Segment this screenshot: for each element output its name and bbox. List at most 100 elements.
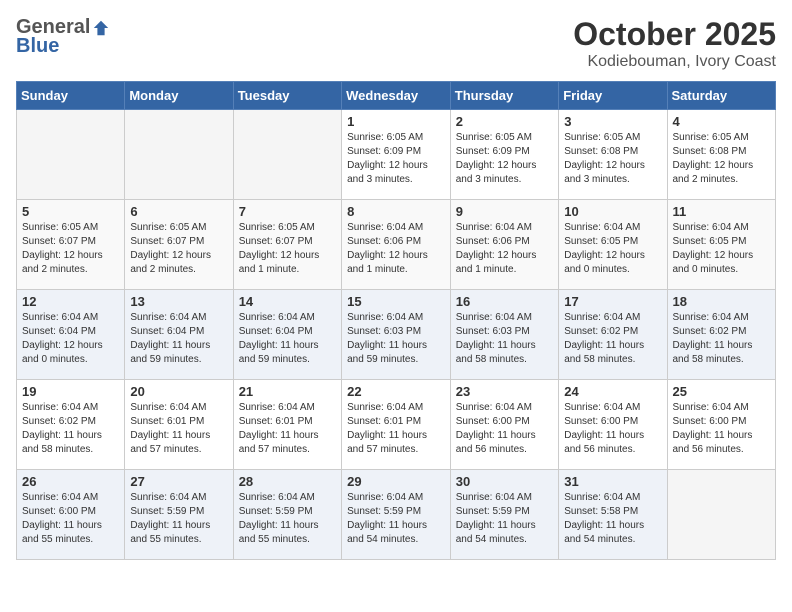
day-number: 10 xyxy=(564,204,661,219)
day-number: 22 xyxy=(347,384,445,399)
day-info: Sunrise: 6:04 AMSunset: 6:04 PMDaylight:… xyxy=(130,312,210,365)
day-number: 17 xyxy=(564,294,661,309)
day-27: 27 Sunrise: 6:04 AMSunset: 5:59 PMDayligh… xyxy=(125,470,233,560)
day-4: 4 Sunrise: 6:05 AMSunset: 6:08 PMDaylight… xyxy=(667,110,776,200)
day-info: Sunrise: 6:04 AMSunset: 6:05 PMDaylight:… xyxy=(564,222,645,275)
day-info: Sunrise: 6:04 AMSunset: 6:00 PMDaylight:… xyxy=(673,402,753,455)
week-row-1: 1 Sunrise: 6:05 AMSunset: 6:09 PMDaylight… xyxy=(17,110,776,200)
title-area: October 2025 Kodiebouman, Ivory Coast xyxy=(573,16,776,71)
day-30: 30 Sunrise: 6:04 AMSunset: 5:59 PMDayligh… xyxy=(450,470,558,560)
header-wednesday: Wednesday xyxy=(342,82,451,110)
day-info: Sunrise: 6:04 AMSunset: 6:01 PMDaylight:… xyxy=(347,402,427,455)
day-26: 26Sunrise: 6:04 AMSunset: 6:00 PMDayligh… xyxy=(17,470,125,560)
day-info: Sunrise: 6:04 AMSunset: 5:59 PMDaylight:… xyxy=(456,492,536,545)
day-7: 7Sunrise: 6:05 AMSunset: 6:07 PMDaylight… xyxy=(233,200,341,290)
day-28: 28Sunrise: 6:04 AMSunset: 5:59 PMDayligh… xyxy=(233,470,341,560)
day-info: Sunrise: 6:04 AMSunset: 6:02 PMDaylight:… xyxy=(22,402,102,455)
day-19: 19 Sunrise: 6:04 AMSunset: 6:02 PMDayligh… xyxy=(17,380,125,470)
day-21: 21 Sunrise: 6:04 AMSunset: 6:01 PMDayligh… xyxy=(233,380,341,470)
header-sunday: Sunday xyxy=(17,82,125,110)
logo: General Blue xyxy=(16,16,110,58)
day-22: 22 Sunrise: 6:04 AMSunset: 6:01 PMDayligh… xyxy=(342,380,451,470)
day-info: Sunrise: 6:05 AMSunset: 6:08 PMDaylight:… xyxy=(564,132,645,185)
day-10: 10 Sunrise: 6:04 AMSunset: 6:05 PMDayligh… xyxy=(559,200,667,290)
logo-icon xyxy=(92,19,110,37)
day-info: Sunrise: 6:04 AMSunset: 6:06 PMDaylight:… xyxy=(456,222,537,275)
day-number: 29 xyxy=(347,474,445,489)
day-info: Sunrise: 6:04 AMSunset: 6:02 PMDaylight:… xyxy=(673,312,753,365)
empty-cell xyxy=(233,110,341,200)
day-info: Sunrise: 6:04 AMSunset: 6:00 PMDaylight:… xyxy=(456,402,536,455)
header-saturday: Saturday xyxy=(667,82,776,110)
day-info: Sunrise: 6:04 AMSunset: 6:02 PMDaylight:… xyxy=(564,312,644,365)
week-row-4: 19 Sunrise: 6:04 AMSunset: 6:02 PMDayligh… xyxy=(17,380,776,470)
day-13: 13Sunrise: 6:04 AMSunset: 6:04 PMDayligh… xyxy=(125,290,233,380)
day-number: 28 xyxy=(239,474,336,489)
day-info: Sunrise: 6:05 AMSunset: 6:07 PMDaylight:… xyxy=(130,222,211,275)
day-number: 26 xyxy=(22,474,119,489)
day-20: 20 Sunrise: 6:04 AMSunset: 6:01 PMDayligh… xyxy=(125,380,233,470)
day-number: 21 xyxy=(239,384,336,399)
day-info: Sunrise: 6:05 AMSunset: 6:08 PMDaylight:… xyxy=(673,132,754,185)
calendar-header-row: SundayMondayTuesdayWednesdayThursdayFrid… xyxy=(17,82,776,110)
day-number: 9 xyxy=(456,204,553,219)
day-info: Sunrise: 6:04 AMSunset: 5:59 PMDaylight:… xyxy=(347,492,427,545)
day-info: Sunrise: 6:04 AMSunset: 6:01 PMDaylight:… xyxy=(130,402,210,455)
day-info: Sunrise: 6:04 AMSunset: 6:05 PMDaylight:… xyxy=(673,222,754,275)
day-18: 18 Sunrise: 6:04 AMSunset: 6:02 PMDayligh… xyxy=(667,290,776,380)
day-17: 17 Sunrise: 6:04 AMSunset: 6:02 PMDayligh… xyxy=(559,290,667,380)
day-number: 20 xyxy=(130,384,227,399)
day-15: 15Sunrise: 6:04 AMSunset: 6:03 PMDayligh… xyxy=(342,290,451,380)
day-number: 31 xyxy=(564,474,661,489)
day-25: 25Sunrise: 6:04 AMSunset: 6:00 PMDayligh… xyxy=(667,380,776,470)
day-number: 11 xyxy=(673,204,771,219)
day-number: 19 xyxy=(22,384,119,399)
week-row-5: 26Sunrise: 6:04 AMSunset: 6:00 PMDayligh… xyxy=(17,470,776,560)
day-number: 14 xyxy=(239,294,336,309)
location: Kodiebouman, Ivory Coast xyxy=(573,53,776,71)
empty-cell xyxy=(125,110,233,200)
page-header: General Blue October 2025 Kodiebouman, I… xyxy=(16,16,776,71)
day-14: 14 Sunrise: 6:04 AMSunset: 6:04 PMDayligh… xyxy=(233,290,341,380)
day-number: 15 xyxy=(347,294,445,309)
day-number: 24 xyxy=(564,384,661,399)
month-title: October 2025 xyxy=(573,16,776,53)
day-number: 6 xyxy=(130,204,227,219)
day-31: 31Sunrise: 6:04 AMSunset: 5:58 PMDayligh… xyxy=(559,470,667,560)
logo-blue: Blue xyxy=(16,35,59,58)
day-12: 12Sunrise: 6:04 AMSunset: 6:04 PMDayligh… xyxy=(17,290,125,380)
day-number: 8 xyxy=(347,204,445,219)
day-info: Sunrise: 6:04 AMSunset: 5:59 PMDaylight:… xyxy=(130,492,210,545)
day-24: 24Sunrise: 6:04 AMSunset: 6:00 PMDayligh… xyxy=(559,380,667,470)
day-info: Sunrise: 6:05 AMSunset: 6:07 PMDaylight:… xyxy=(22,222,103,275)
day-info: Sunrise: 6:05 AMSunset: 6:09 PMDaylight:… xyxy=(456,132,537,185)
day-info: Sunrise: 6:04 AMSunset: 6:04 PMDaylight:… xyxy=(22,312,103,365)
day-number: 18 xyxy=(673,294,771,309)
header-friday: Friday xyxy=(559,82,667,110)
day-number: 30 xyxy=(456,474,553,489)
day-11: 11 Sunrise: 6:04 AMSunset: 6:05 PMDayligh… xyxy=(667,200,776,290)
day-number: 3 xyxy=(564,114,661,129)
day-number: 5 xyxy=(22,204,119,219)
day-29: 29 Sunrise: 6:04 AMSunset: 5:59 PMDayligh… xyxy=(342,470,451,560)
day-6: 6 Sunrise: 6:05 AMSunset: 6:07 PMDaylight… xyxy=(125,200,233,290)
header-thursday: Thursday xyxy=(450,82,558,110)
week-row-2: 5 Sunrise: 6:05 AMSunset: 6:07 PMDaylight… xyxy=(17,200,776,290)
header-monday: Monday xyxy=(125,82,233,110)
empty-cell xyxy=(667,470,776,560)
empty-cell xyxy=(17,110,125,200)
day-info: Sunrise: 6:05 AMSunset: 6:07 PMDaylight:… xyxy=(239,222,320,275)
day-16: 16Sunrise: 6:04 AMSunset: 6:03 PMDayligh… xyxy=(450,290,558,380)
header-tuesday: Tuesday xyxy=(233,82,341,110)
day-number: 16 xyxy=(456,294,553,309)
day-info: Sunrise: 6:04 AMSunset: 6:06 PMDaylight:… xyxy=(347,222,428,275)
day-2: 2Sunrise: 6:05 AMSunset: 6:09 PMDaylight… xyxy=(450,110,558,200)
day-number: 1 xyxy=(347,114,445,129)
day-info: Sunrise: 6:04 AMSunset: 6:01 PMDaylight:… xyxy=(239,402,319,455)
day-info: Sunrise: 6:04 AMSunset: 6:04 PMDaylight:… xyxy=(239,312,319,365)
calendar: SundayMondayTuesdayWednesdayThursdayFrid… xyxy=(16,81,776,560)
day-number: 23 xyxy=(456,384,553,399)
day-number: 4 xyxy=(673,114,771,129)
day-3: 3 Sunrise: 6:05 AMSunset: 6:08 PMDaylight… xyxy=(559,110,667,200)
day-number: 27 xyxy=(130,474,227,489)
